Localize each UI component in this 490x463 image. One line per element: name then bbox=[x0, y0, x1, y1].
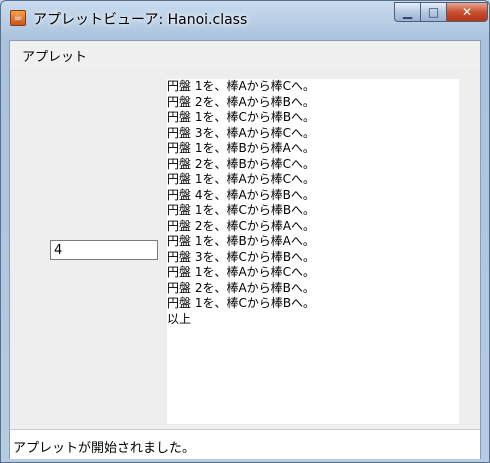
applet-panel: 円盤 1を、棒Aから棒Cへ。円盤 2を、棒Aから棒Bへ。円盤 1を、棒Cから棒B… bbox=[10, 69, 480, 426]
output-line: 円盤 1を、棒Aから棒Cへ。 bbox=[167, 172, 316, 186]
disk-count-input[interactable] bbox=[50, 240, 158, 260]
window-title: アプレットビューア: Hanoi.class bbox=[33, 12, 248, 28]
output-text-area[interactable]: 円盤 1を、棒Aから棒Cへ。 円盤 2を、棒Aから棒Bへ。 円盤 1を、棒Cから棒B… bbox=[167, 79, 459, 424]
window-client-area: アプレット 円盤 1を、棒Aから棒Cへ。円盤 2を、棒Aから棒Bへ。円盤 1を、… bbox=[9, 40, 481, 459]
output-line: 円盤 2を、棒Aから棒Bへ。 bbox=[167, 280, 315, 295]
output-line: 円盤 2を、棒Aから棒Bへ。 bbox=[167, 94, 315, 109]
output-line: 円盤 2を、棒Cから棒Aへ。 bbox=[167, 218, 316, 233]
title-bar[interactable]: ☕ アプレットビューア: Hanoi.class ▁ □ ✕ bbox=[1, 1, 489, 35]
java-applet-icon[interactable]: ☕ bbox=[10, 10, 26, 26]
output-line: 円盤 3を、棒Aから棒Cへ。 bbox=[167, 125, 316, 140]
close-button[interactable]: ✕ bbox=[446, 2, 488, 22]
minimize-icon: ▁ bbox=[402, 5, 413, 19]
output-line: 円盤 1を、棒Aから棒Cへ。 bbox=[167, 79, 316, 93]
output-line: 円盤 4を、棒Aから棒Bへ。 bbox=[167, 187, 315, 202]
output-line: 円盤 1を、棒Cから棒Bへ。 bbox=[167, 296, 316, 310]
maximize-icon: □ bbox=[427, 5, 440, 19]
close-icon: ✕ bbox=[461, 5, 473, 19]
output-line: 円盤 1を、棒Cから棒Bへ。 bbox=[167, 203, 316, 217]
minimize-button[interactable]: ▁ bbox=[394, 2, 421, 22]
menu-applet[interactable]: アプレット bbox=[22, 46, 87, 65]
output-line: 円盤 1を、棒Bから棒Aへ。 bbox=[167, 234, 315, 248]
output-line: 円盤 3を、棒Cから棒Bへ。 bbox=[167, 249, 316, 264]
output-line: 以上 bbox=[167, 311, 192, 326]
output-line: 円盤 1を、棒Bから棒Aへ。 bbox=[167, 141, 315, 155]
status-bar: アプレットが開始されました。 bbox=[10, 429, 480, 459]
applet-viewer-window: ☕ アプレットビューア: Hanoi.class ▁ □ ✕ アプレット 円盤 … bbox=[0, 0, 490, 463]
output-line: 円盤 1を、棒Cから棒Bへ。 bbox=[167, 110, 316, 124]
output-line: 円盤 1を、棒Aから棒Cへ。 bbox=[167, 265, 316, 279]
menu-bar: アプレット bbox=[10, 41, 480, 65]
status-text: アプレットが開始されました。 bbox=[13, 441, 196, 456]
maximize-button[interactable]: □ bbox=[420, 2, 447, 22]
output-line: 円盤 2を、棒Bから棒Cへ。 bbox=[167, 156, 316, 171]
